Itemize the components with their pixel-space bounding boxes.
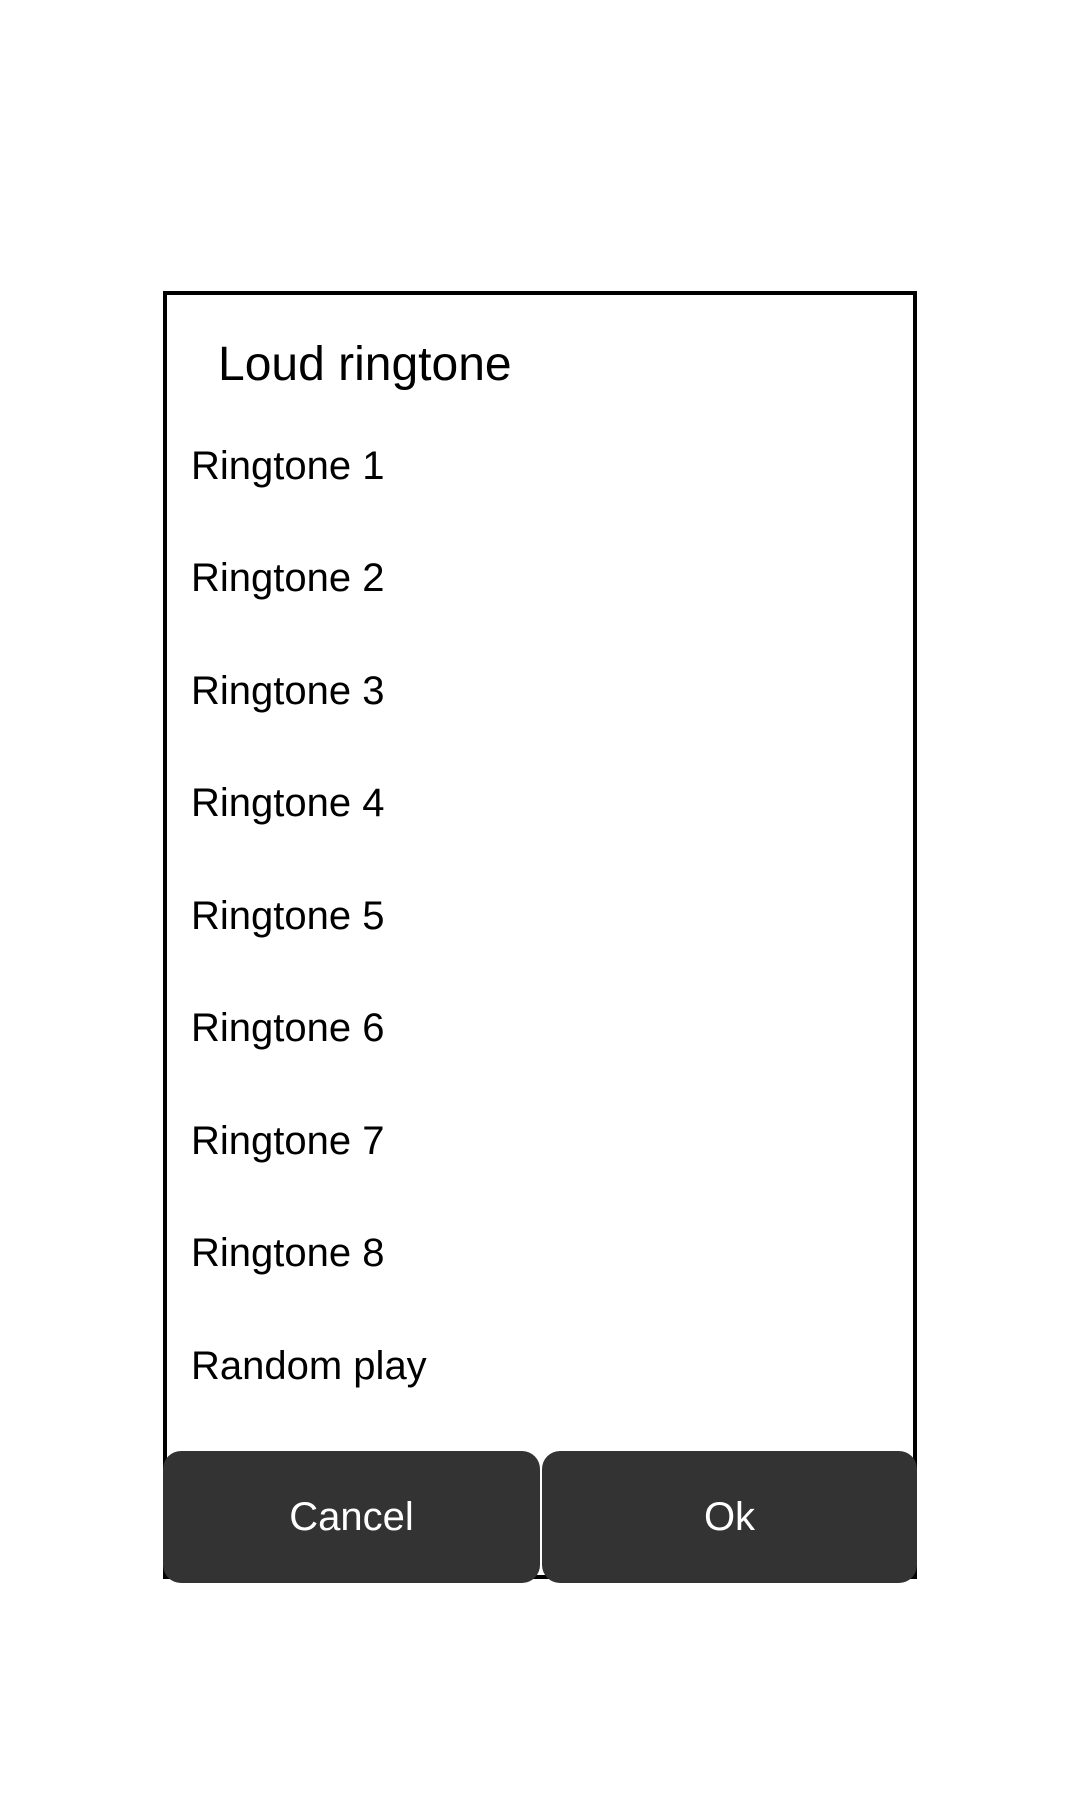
dialog-button-row: Cancel Ok: [163, 1451, 917, 1583]
ringtone-option-8[interactable]: Ringtone 8: [167, 1198, 913, 1311]
cancel-button[interactable]: Cancel: [163, 1451, 540, 1583]
ringtone-dialog: Loud ringtone Ringtone 1 Ringtone 2 Ring…: [163, 291, 917, 1583]
ringtone-option-1[interactable]: Ringtone 1: [167, 410, 913, 523]
ringtone-option-2[interactable]: Ringtone 2: [167, 523, 913, 636]
screen: Loud ringtone Ringtone 1 Ringtone 2 Ring…: [0, 0, 1080, 1800]
ringtone-option-3[interactable]: Ringtone 3: [167, 635, 913, 748]
ringtone-option-5[interactable]: Ringtone 5: [167, 860, 913, 973]
ringtone-option-4[interactable]: Ringtone 4: [167, 748, 913, 861]
dialog-title: Loud ringtone: [218, 338, 512, 391]
random-play-option[interactable]: Random play: [167, 1310, 913, 1423]
ringtone-list: Ringtone 1 Ringtone 2 Ringtone 3 Rington…: [167, 410, 913, 1423]
ringtone-option-6[interactable]: Ringtone 6: [167, 973, 913, 1086]
ok-button[interactable]: Ok: [542, 1451, 917, 1583]
ringtone-option-7[interactable]: Ringtone 7: [167, 1085, 913, 1198]
